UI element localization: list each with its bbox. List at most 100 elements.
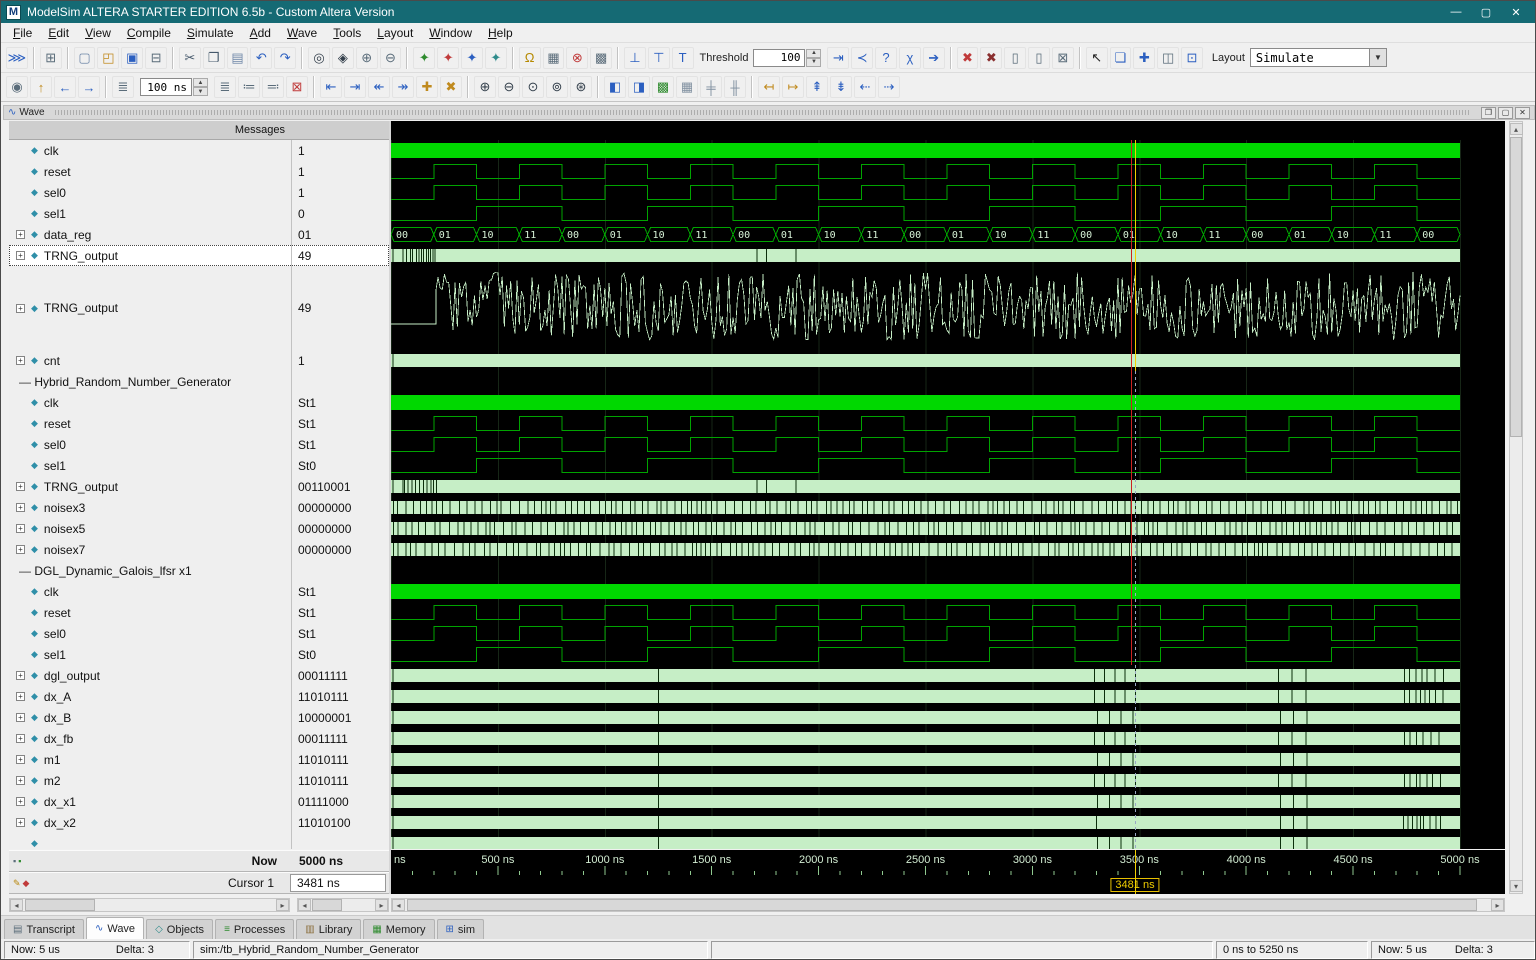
expand-icon[interactable]: + [16,524,25,533]
wave-maximize-button[interactable]: ▢ [1498,107,1513,119]
signal-row[interactable]: +◆clkSt1 [9,392,389,413]
redo-icon[interactable]: ↷ [274,47,296,69]
menu-item-wave[interactable]: Wave [279,24,325,42]
cursor-track[interactable]: 3481 ns [391,876,1505,894]
tab-sim[interactable]: ⊞sim [437,919,485,939]
view-single-icon[interactable]: ◧ [604,76,626,98]
add-log-icon[interactable]: ≕ [262,76,284,98]
select-mode-icon[interactable]: ↖ [1086,47,1108,69]
lock-cursor-icon[interactable]: ◆ [23,878,30,889]
collapse-all-icon[interactable]: ⊖ [380,47,402,69]
scroll-right-icon[interactable]: ▸ [1491,899,1504,911]
zoom-out-icon[interactable]: ⊖ [498,76,520,98]
waveform-row[interactable] [391,434,1505,455]
wave-window-titlebar[interactable]: ∿ Wave ❐ ▢ ✕ [3,105,1535,120]
waveform-row[interactable] [391,581,1505,602]
snap-right-icon[interactable]: ⇢ [878,76,900,98]
cut-icon[interactable]: ✂ [179,47,201,69]
waveform-row[interactable] [391,266,1505,350]
waveform-row[interactable] [391,623,1505,644]
signal-row[interactable]: +◆dx_x101111000 [9,791,389,812]
cursor-right-icon[interactable]: ↦ [782,76,804,98]
menu-item-layout[interactable]: Layout [369,24,421,42]
signal-row[interactable]: +◆dx_A11010111 [9,686,389,707]
menu-item-tools[interactable]: Tools [325,24,369,42]
menu-item-add[interactable]: Add [242,24,279,42]
waveform-row[interactable] [391,812,1505,833]
time-step-value[interactable]: 100 ns [140,78,192,96]
cursor-1-timeline-line[interactable] [1135,850,1136,894]
simulate-icon[interactable]: Ω [519,47,541,69]
insert-cursor-icon[interactable]: ✚ [416,76,438,98]
new-file-icon[interactable]: ▢ [74,47,96,69]
waveform-panel[interactable]: 0001101100011011000110110001101100011011… [391,140,1505,849]
expand-icon[interactable]: + [16,776,25,785]
expand-icon[interactable]: + [16,713,25,722]
waveform-row[interactable] [391,602,1505,623]
stop-icon[interactable]: ✖ [957,47,979,69]
menu-item-compile[interactable]: Compile [119,24,179,42]
signal-row[interactable]: +◆dx_x211010100 [9,812,389,833]
signal-row[interactable]: +◆sel1St0 [9,644,389,665]
compare-icon[interactable]: ▦ [676,76,698,98]
window-pane-icon[interactable]: ⊞ [40,47,62,69]
expand-icon[interactable]: + [16,755,25,764]
close-button[interactable]: ✕ [1501,3,1531,21]
layout-select[interactable]: Simulate [1250,48,1370,67]
compile-selected-icon[interactable]: ✦ [461,47,483,69]
edit-mode-icon[interactable]: ◫ [1157,47,1179,69]
crosshair-mode-icon[interactable]: ⊡ [1181,47,1203,69]
tab-processes[interactable]: ≡Processes [215,919,294,939]
signal-row[interactable]: +◆clkSt1 [9,581,389,602]
tab-memory[interactable]: ▦Memory [363,919,434,939]
add-list-icon[interactable]: ≔ [238,76,260,98]
doc-window2-icon[interactable]: ▯ [1028,47,1050,69]
signal-row[interactable]: +◆m211010111 [9,770,389,791]
group-tree-icon[interactable]: ▪ [13,856,16,866]
signal-row[interactable]: +◆dx_B10000001 [9,707,389,728]
menu-item-edit[interactable]: Edit [40,24,77,42]
tab-wave[interactable]: ∿Wave [86,917,144,939]
signal-row[interactable]: +◆dgl_output00011111 [9,665,389,686]
menu-item-help[interactable]: Help [480,24,521,42]
expand-icon[interactable]: + [16,482,25,491]
spin-up-icon[interactable]: ▲ [806,49,821,58]
signal-group-row[interactable]: DGL_Dynamic_Galois_lfsr x1 [9,560,389,581]
edge-next-icon[interactable]: ⇟ [830,76,852,98]
wave-close-button[interactable]: ✕ [1515,107,1530,119]
expand-icon[interactable]: + [16,503,25,512]
run-continue-icon[interactable]: ≺ [851,47,873,69]
waveform-row[interactable] [391,665,1505,686]
wave-undock-button[interactable]: ❐ [1481,107,1496,119]
zoom-full-icon[interactable]: ⊙ [522,76,544,98]
signal-row[interactable]: +◆dx_fb00011111 [9,728,389,749]
prev-falling-icon[interactable]: ↞ [368,76,390,98]
minimize-button[interactable]: — [1441,3,1471,21]
cursor-1-line[interactable] [1135,140,1136,371]
waveform-row[interactable] [391,476,1505,497]
link-icon[interactable]: ▪ [18,856,21,866]
compile-order-icon[interactable]: ⋙ [6,47,28,69]
cursor-value[interactable]: 3481 ns [290,874,386,892]
waveform-row[interactable] [391,728,1505,749]
spin-down-icon[interactable]: ▼ [806,58,821,67]
signal-row[interactable]: +◆noisex700000000 [9,539,389,560]
waveform-row[interactable] [391,707,1505,728]
expand-icon[interactable]: + [16,356,25,365]
threshold-value[interactable]: 100 [753,49,805,67]
undo-icon[interactable]: ↶ [250,47,272,69]
cursor-left-icon[interactable]: ↤ [758,76,780,98]
waveform-row[interactable]: 0001101100011011000110110001101100011011… [391,224,1505,245]
compile-out-of-date-icon[interactable]: ✦ [437,47,459,69]
tab-library[interactable]: ▥Library [296,919,361,939]
save-icon[interactable]: ▣ [121,47,143,69]
combo-dropdown-icon[interactable]: ▼ [1370,48,1387,67]
kill-icon[interactable]: ✖ [980,47,1002,69]
expand-icon[interactable]: + [16,692,25,701]
waveform-row[interactable] [391,518,1505,539]
waveform-row[interactable] [391,140,1505,161]
forward-icon[interactable]: → [78,76,100,98]
signal-row[interactable]: +◆noisex500000000 [9,518,389,539]
signal-row[interactable]: +◆resetSt1 [9,602,389,623]
expand-icon[interactable]: + [16,671,25,680]
